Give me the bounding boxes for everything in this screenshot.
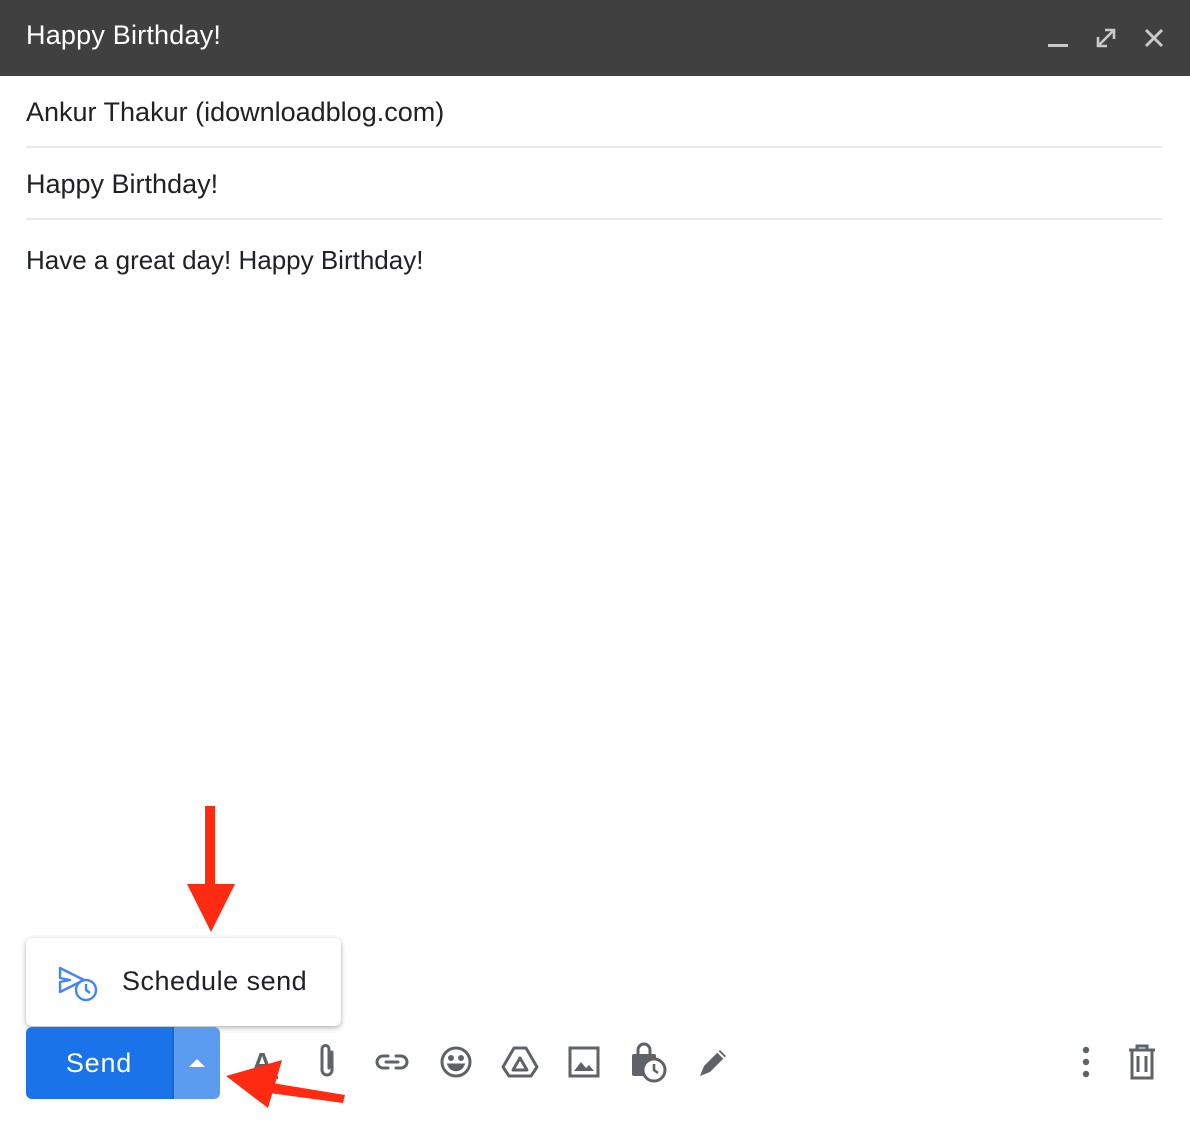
recipient-chip: Ankur Thakur (idownloadblog.com) xyxy=(26,97,445,127)
insert-emoji-icon[interactable] xyxy=(436,1040,476,1084)
confidential-mode-icon[interactable] xyxy=(628,1040,668,1084)
insert-link-icon[interactable] xyxy=(372,1040,412,1084)
discard-draft-icon[interactable] xyxy=(1122,1040,1162,1084)
formatting-options-icon[interactable]: A xyxy=(244,1040,284,1084)
recipients-field[interactable]: Ankur Thakur (idownloadblog.com) xyxy=(26,76,1162,148)
caret-up-icon xyxy=(189,1059,205,1067)
insert-signature-icon[interactable] xyxy=(692,1040,732,1084)
schedule-send-icon xyxy=(56,964,100,1004)
more-options-icon[interactable] xyxy=(1066,1040,1106,1084)
minimize-icon[interactable] xyxy=(1042,22,1074,54)
google-drive-icon[interactable] xyxy=(500,1040,540,1084)
message-body[interactable]: Have a great day! Happy Birthday! xyxy=(26,240,1162,880)
send-button[interactable]: Send xyxy=(26,1027,172,1099)
subject-field[interactable]: Happy Birthday! xyxy=(26,148,1162,220)
svg-text:A: A xyxy=(252,1047,272,1078)
close-icon[interactable] xyxy=(1138,22,1170,54)
compose-window-title: Happy Birthday! xyxy=(26,20,222,50)
message-body-text: Have a great day! Happy Birthday! xyxy=(26,245,424,275)
subject-text: Happy Birthday! xyxy=(26,169,219,199)
insert-photo-icon[interactable] xyxy=(564,1040,604,1084)
attach-files-icon[interactable] xyxy=(308,1040,348,1084)
compose-title-bar: Happy Birthday! xyxy=(0,0,1190,76)
more-send-options-button[interactable] xyxy=(172,1027,220,1099)
schedule-send-label: Schedule send xyxy=(122,966,308,996)
schedule-send-menu-item[interactable]: Schedule send xyxy=(26,938,341,1026)
expand-icon[interactable] xyxy=(1090,22,1122,54)
